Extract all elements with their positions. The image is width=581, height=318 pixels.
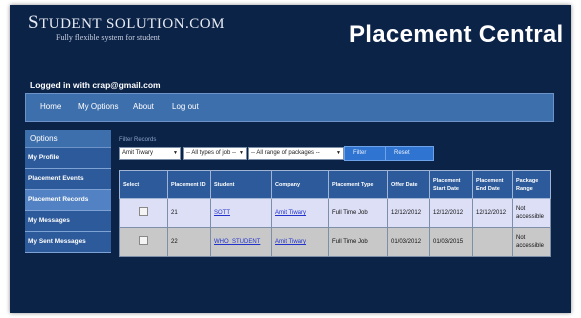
job-type-select-value: -- All types of job --	[186, 150, 237, 156]
sidebar: Options My Profile Placement Events Plac…	[25, 130, 111, 253]
sidebar-item-my-sent-messages[interactable]: My Sent Messages	[25, 232, 111, 253]
brand-name: TUDENT SOLUTION.COM	[39, 16, 225, 32]
start-date-cell: 12/12/2012	[429, 198, 473, 228]
student-link[interactable]: SOTT	[214, 210, 230, 216]
placement-records-table: Select Placement ID Student Company Plac…	[119, 170, 551, 257]
offer-date-cell: 01/03/2012	[387, 227, 430, 257]
filter-label: Filter Records	[119, 137, 157, 143]
end-date-cell: 12/12/2012	[472, 198, 513, 228]
job-type-select[interactable]: -- All types of job -- ▼	[183, 147, 247, 160]
select-cell	[119, 198, 168, 228]
table-row: 21 SOTT Amit Tiwary Full Time Job 12/12/…	[119, 198, 551, 228]
student-link[interactable]: WHO_STUDENT	[214, 239, 260, 245]
login-status: Logged in with crap@gmail.com	[30, 80, 161, 90]
package-select-value: -- All range of packages --	[251, 150, 320, 156]
company-cell: Amit Tiwary	[271, 227, 329, 257]
nav-home[interactable]: Home	[40, 102, 61, 111]
student-cell: WHO_STUDENT	[210, 227, 272, 257]
student-select[interactable]: Amit Tiwary ▼	[119, 147, 181, 160]
filter-button[interactable]: Filter	[344, 146, 386, 161]
header-start-date: Placement Start Date	[429, 170, 473, 199]
sidebar-item-placement-records[interactable]: Placement Records	[25, 190, 111, 211]
nav-my-options[interactable]: My Options	[78, 102, 118, 111]
header-placement-id: Placement ID	[167, 170, 211, 199]
student-cell: SOTT	[210, 198, 272, 228]
chevron-down-icon: ▼	[239, 150, 244, 156]
header-end-date: Placement End Date	[472, 170, 513, 199]
table-header-row: Select Placement ID Student Company Plac…	[119, 170, 551, 199]
table-row: 22 WHO_STUDENT Amit Tiwary Full Time Job…	[119, 227, 551, 257]
sidebar-item-my-messages[interactable]: My Messages	[25, 211, 111, 232]
nav-log-out[interactable]: Log out	[172, 102, 199, 111]
brand-tagline: Fully flexible system for student	[56, 33, 160, 42]
package-select[interactable]: -- All range of packages -- ▼	[248, 147, 344, 160]
placement-id-cell: 22	[167, 227, 211, 257]
company-link[interactable]: Amit Tiwary	[275, 210, 306, 216]
end-date-cell	[472, 227, 513, 257]
package-range-cell: Not accessible	[512, 227, 551, 257]
page-title: Placement Central	[349, 21, 564, 48]
header-student: Student	[210, 170, 272, 199]
row-checkbox[interactable]	[139, 207, 148, 216]
header-company: Company	[271, 170, 329, 199]
header-placement-type: Placement Type	[328, 170, 388, 199]
select-cell	[119, 227, 168, 257]
placement-type-cell: Full Time Job	[328, 198, 388, 228]
nav-about[interactable]: About	[133, 102, 154, 111]
header-offer-date: Offer Date	[387, 170, 430, 199]
chevron-down-icon: ▼	[173, 150, 178, 156]
header-package-range: Package Range	[512, 170, 551, 199]
brand-initial: S	[28, 12, 40, 33]
company-link[interactable]: Amit Tiwary	[275, 239, 306, 245]
sidebar-item-placement-events[interactable]: Placement Events	[25, 169, 111, 190]
top-nav: Home My Options About Log out	[25, 93, 554, 122]
placement-type-cell: Full Time Job	[328, 227, 388, 257]
student-select-value: Amit Tiwary	[122, 150, 154, 156]
sidebar-heading: Options	[25, 130, 111, 148]
sidebar-item-my-profile[interactable]: My Profile	[25, 148, 111, 169]
placement-id-cell: 21	[167, 198, 211, 228]
row-checkbox[interactable]	[139, 236, 148, 245]
offer-date-cell: 12/12/2012	[387, 198, 430, 228]
brand-logo: STUDENT SOLUTION.COM	[28, 12, 225, 34]
package-range-cell: Not accessible	[512, 198, 551, 228]
start-date-cell: 01/03/2015	[429, 227, 473, 257]
chevron-down-icon: ▼	[336, 150, 341, 156]
header-select: Select	[119, 170, 168, 199]
company-cell: Amit Tiwary	[271, 198, 329, 228]
reset-button[interactable]: Reset	[385, 146, 434, 161]
